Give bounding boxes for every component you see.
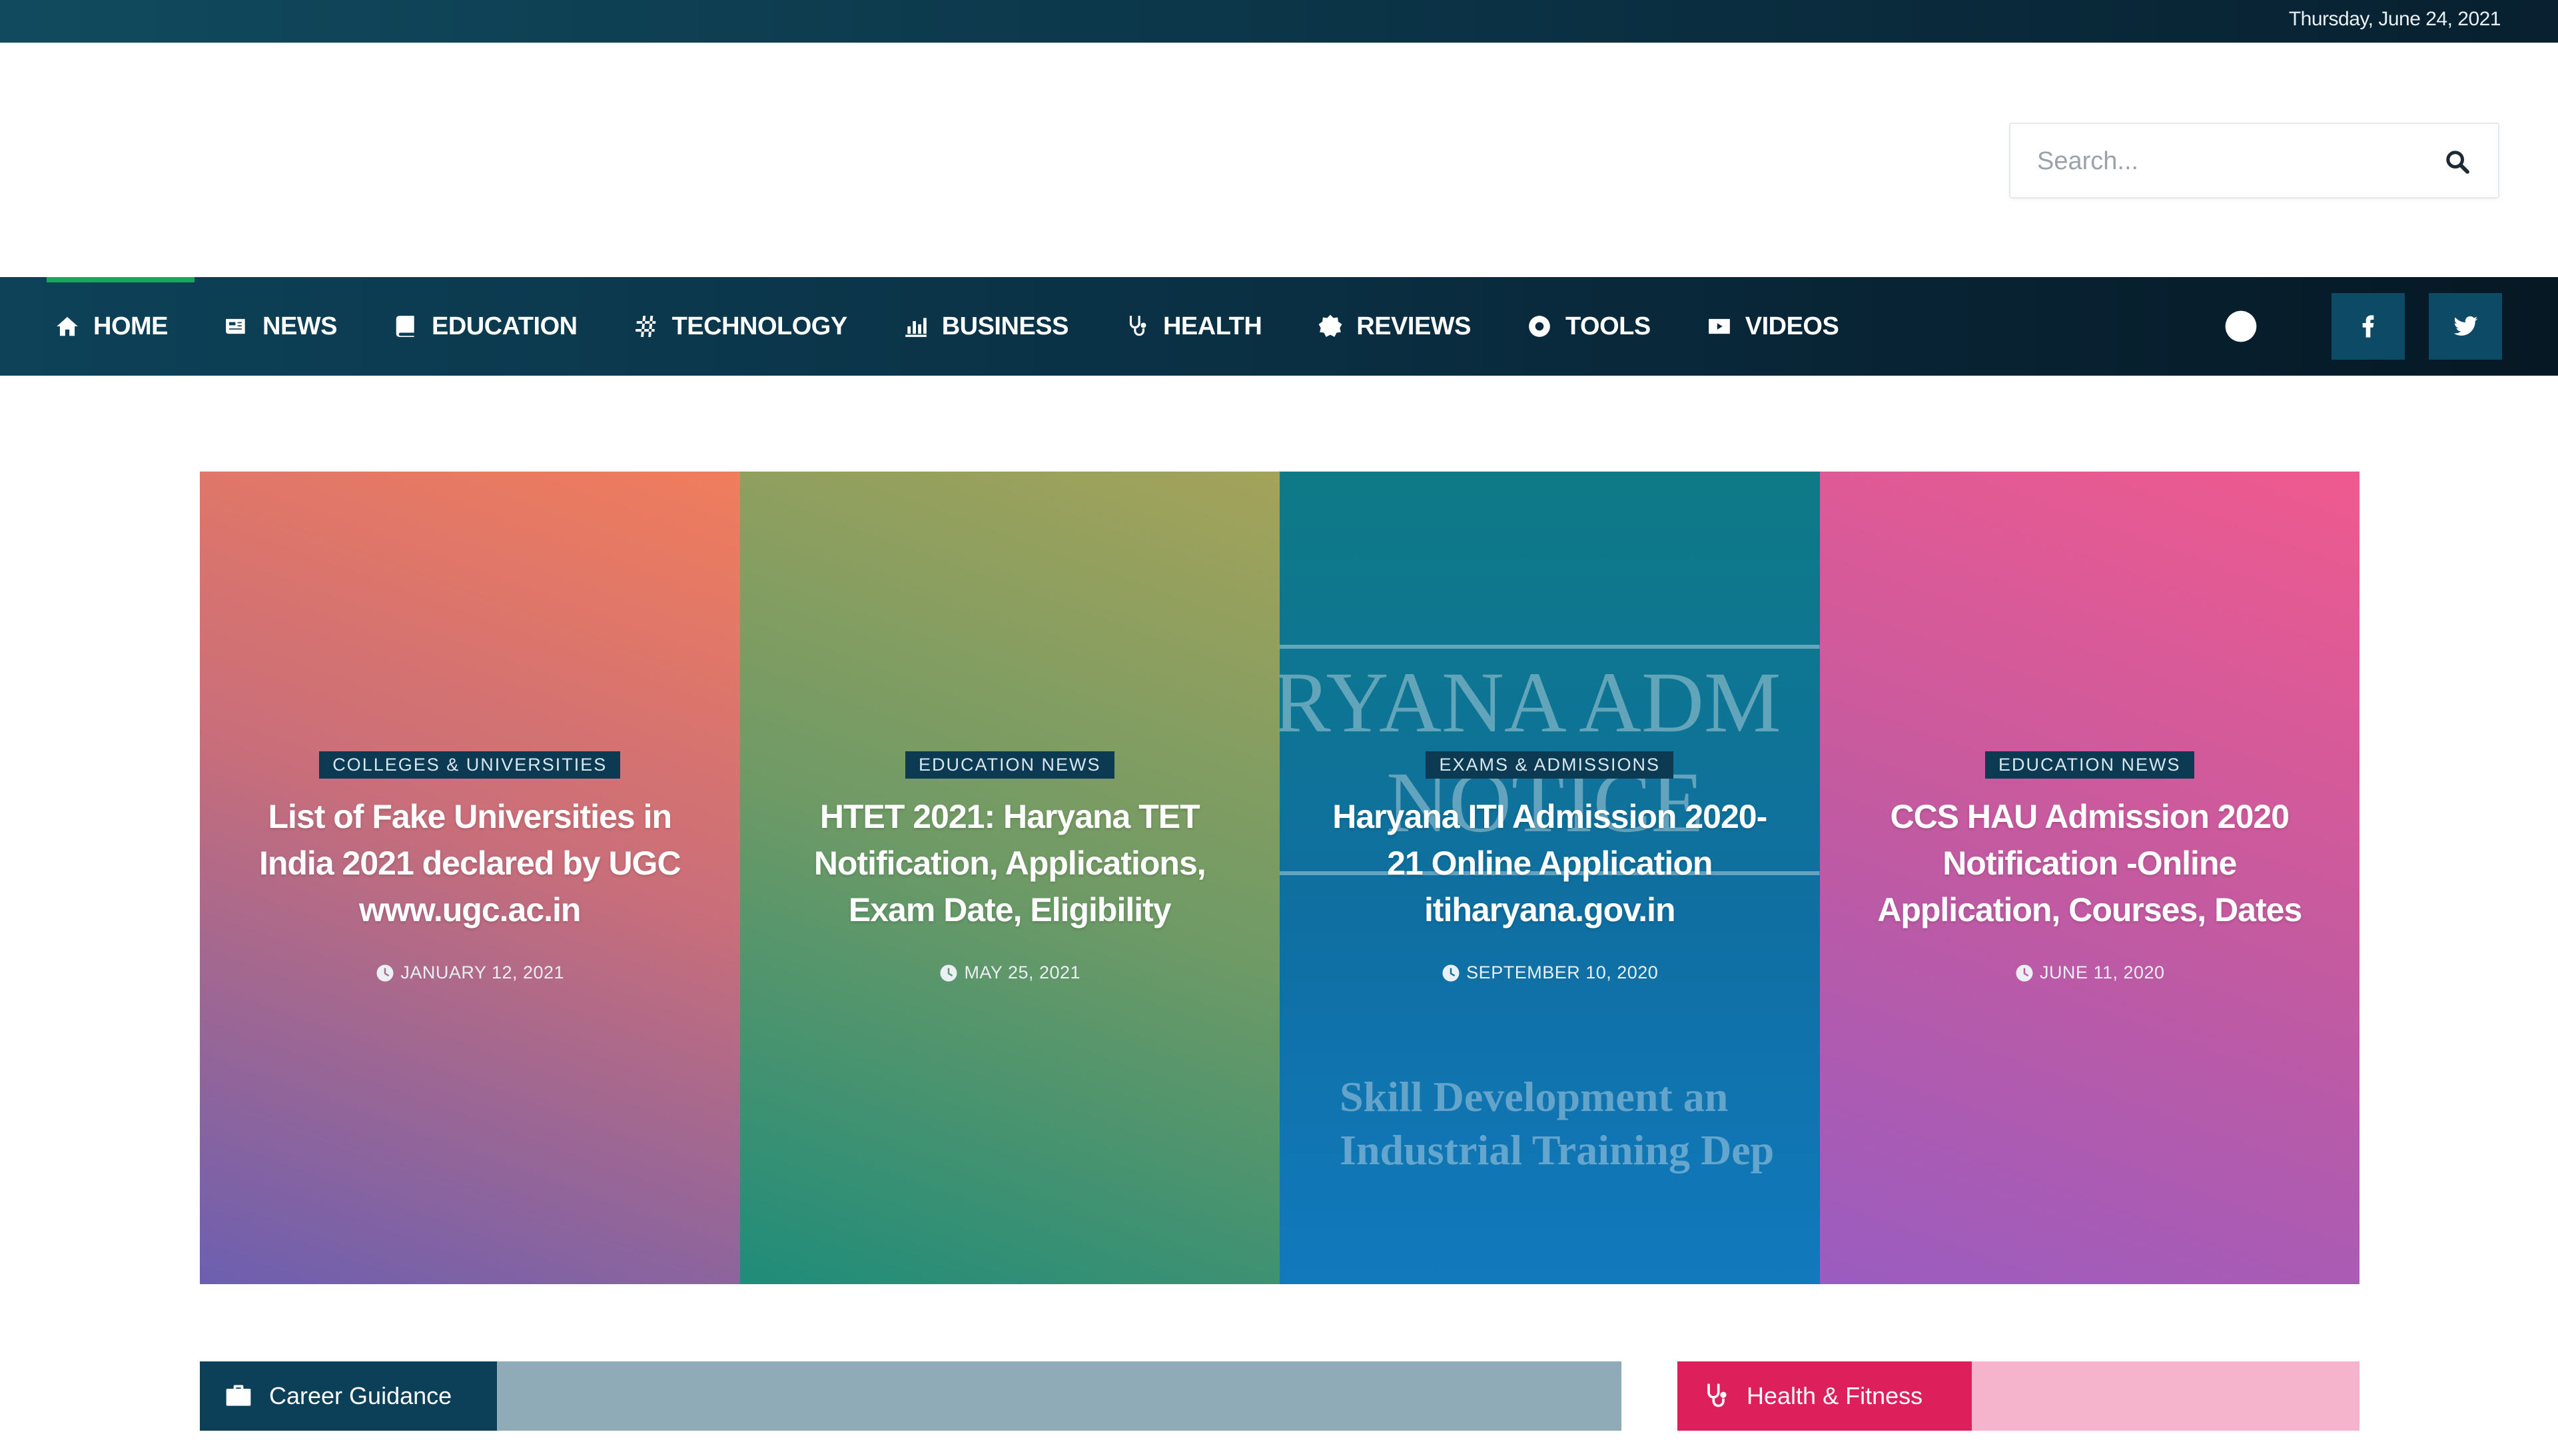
- nav-label: EDUCATION: [432, 312, 578, 340]
- nav-label: NEWS: [262, 312, 338, 340]
- twitter-button[interactable]: [2429, 293, 2502, 360]
- search-input[interactable]: [2037, 143, 2410, 180]
- search-button[interactable]: [2441, 145, 2474, 179]
- search-box: [2009, 123, 2499, 198]
- nav-label: BUSINESS: [941, 312, 1069, 340]
- search-icon: [2446, 151, 2469, 174]
- card-date: JUNE 11, 2020: [2014, 962, 2165, 983]
- stethoscope-icon: [1707, 1383, 1727, 1407]
- card-date: SEPTEMBER 10, 2020: [1441, 962, 1658, 983]
- bar-chart-icon: [905, 318, 927, 337]
- book-icon: [396, 316, 414, 337]
- section-label-text: Career Guidance: [269, 1382, 452, 1409]
- card-date: MAY 25, 2021: [939, 962, 1080, 983]
- featured-card[interactable]: EDUCATION NEWS HTET 2021: Haryana TET No…: [739, 472, 1280, 1284]
- card-title[interactable]: CCS HAU Admission 2020 Notification -Onl…: [1863, 793, 2316, 933]
- nav-item-technology[interactable]: TECHNOLOGY: [634, 312, 847, 341]
- date-text: SEPTEMBER 10, 2020: [1466, 962, 1659, 982]
- category-badge[interactable]: EXAMS & ADMISSIONS: [1426, 751, 1674, 779]
- section-title-career[interactable]: Career Guidance: [200, 1361, 497, 1431]
- nav-item-health[interactable]: HEALTH: [1124, 312, 1262, 341]
- section-title-health[interactable]: Health & Fitness: [1677, 1361, 1972, 1431]
- briefcase-icon: [226, 1385, 251, 1406]
- stethoscope-icon: [1129, 316, 1146, 336]
- bg-skill-text: Skill Development an: [1340, 1073, 1728, 1120]
- card-title[interactable]: Haryana ITI Admission 2020-21 Online App…: [1323, 793, 1776, 933]
- bg-training-text: Industrial Training Dep: [1340, 1126, 1774, 1174]
- featured-posts: COLLEGES & UNIVERSITIES List of Fake Uni…: [200, 472, 2359, 1284]
- twitter-icon: [2453, 316, 2478, 336]
- featured-card[interactable]: RYANA ADM NOTICE Skill Development an In…: [1280, 472, 1820, 1284]
- clock-icon: [940, 964, 957, 981]
- card-title[interactable]: HTET 2021: Haryana TET Notification, App…: [783, 793, 1236, 933]
- nav-label: HOME: [93, 312, 169, 340]
- facebook-icon: [2362, 315, 2374, 338]
- section-health-fitness: Health & Fitness: [1677, 1361, 2359, 1431]
- badge-icon: [1318, 314, 1342, 337]
- nav-label: TECHNOLOGY: [671, 312, 848, 340]
- clock-icon: [1442, 964, 1460, 981]
- nav-item-news[interactable]: NEWS: [224, 312, 338, 341]
- card-title[interactable]: List of Fake Universities in India 2021 …: [243, 793, 696, 933]
- moon-icon: [2225, 310, 2257, 342]
- nav-item-education[interactable]: EDUCATION: [393, 312, 578, 341]
- category-badge[interactable]: EDUCATION NEWS: [905, 751, 1114, 779]
- nav-item-reviews[interactable]: REVIEWS: [1318, 312, 1472, 341]
- video-icon: [1708, 318, 1730, 334]
- clock-icon: [2016, 964, 2033, 981]
- category-badge[interactable]: COLLEGES & UNIVERSITIES: [319, 751, 621, 779]
- top-bar: Thursday, June 24, 2021: [0, 0, 2558, 43]
- hashtag-icon: [635, 316, 655, 337]
- bg-heading-text: RYANA ADM: [1280, 655, 1781, 751]
- nav-item-tools[interactable]: TOOLS: [1527, 312, 1651, 341]
- card-date: JANUARY 12, 2021: [375, 962, 564, 983]
- nav-item-videos[interactable]: VIDEOS: [1707, 312, 1839, 341]
- nav-label: TOOLS: [1565, 312, 1651, 340]
- date-text: JUNE 11, 2020: [2039, 962, 2165, 982]
- featured-card[interactable]: EDUCATION NEWS CCS HAU Admission 2020 No…: [1819, 472, 2359, 1284]
- section-label-text: Health & Fitness: [1747, 1382, 1923, 1409]
- nav-label: VIDEOS: [1745, 312, 1839, 340]
- site-header: [0, 43, 2558, 277]
- nav-label: HEALTH: [1162, 312, 1262, 340]
- newspaper-icon: [226, 318, 245, 334]
- dark-mode-toggle[interactable]: [2221, 306, 2261, 346]
- featured-card[interactable]: COLLEGES & UNIVERSITIES List of Fake Uni…: [200, 472, 740, 1284]
- nav-item-home[interactable]: HOME: [55, 312, 169, 341]
- facebook-button[interactable]: [2332, 293, 2405, 360]
- current-date: Thursday, June 24, 2021: [2288, 8, 2501, 30]
- nav-item-business[interactable]: BUSINESS: [903, 312, 1068, 341]
- nav-label: REVIEWS: [1356, 312, 1472, 340]
- home-icon: [57, 316, 78, 336]
- date-text: JANUARY 12, 2021: [400, 962, 565, 982]
- clock-icon: [376, 964, 394, 981]
- category-badge[interactable]: EDUCATION NEWS: [1984, 751, 2194, 779]
- section-career-guidance: Career Guidance: [200, 1361, 1621, 1431]
- date-text: MAY 25, 2021: [964, 962, 1081, 982]
- main-navigation: HOME NEWS EDUCATION TECHNOLOGY BUSINESS …: [0, 277, 2558, 376]
- gear-icon: [1529, 316, 1550, 337]
